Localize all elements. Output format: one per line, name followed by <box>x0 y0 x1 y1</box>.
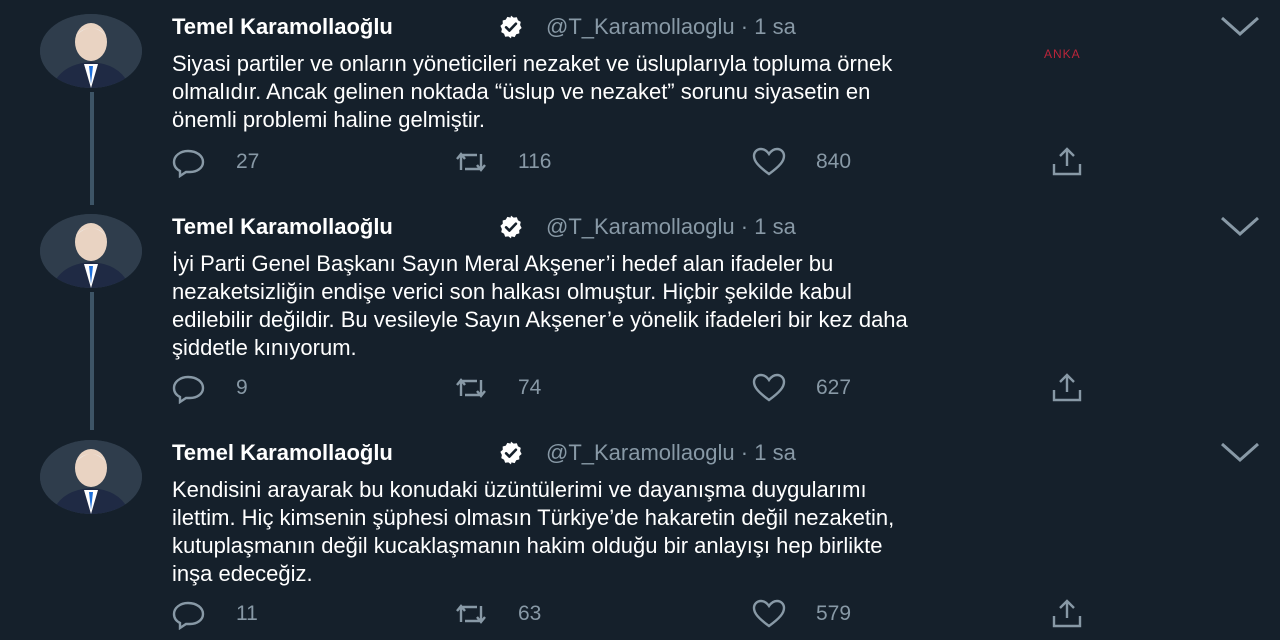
retweet-icon <box>456 604 486 624</box>
author-handle[interactable]: @T_Karamollaoglu · 1 sa <box>546 214 796 240</box>
retweet-count: 63 <box>518 602 542 625</box>
reply-icon <box>172 149 205 178</box>
like-count: 627 <box>816 376 852 399</box>
more-options-icon[interactable] <box>1218 14 1262 42</box>
more-options-icon[interactable] <box>1218 440 1262 468</box>
author-name[interactable]: Temel Karamollaoğlu <box>172 14 393 40</box>
avatar[interactable] <box>40 14 142 88</box>
author-handle[interactable]: @T_Karamollaoglu · 1 sa <box>546 440 796 466</box>
thread-line <box>90 292 94 430</box>
avatar-image <box>40 214 142 288</box>
verified-badge-icon <box>500 215 522 239</box>
reply-button[interactable]: 11 <box>172 598 258 630</box>
share-icon <box>1052 599 1082 628</box>
reply-count: 27 <box>236 150 260 173</box>
handle-text: @T_Karamollaoglu <box>546 440 735 465</box>
avatar-image <box>40 14 142 88</box>
avatar[interactable] <box>40 214 142 288</box>
tweet[interactable]: Temel Karamollaoğlu @T_Karamollaoglu · 1… <box>0 200 1280 430</box>
verified-badge-icon <box>500 441 522 465</box>
reply-icon <box>172 601 205 630</box>
retweet-button[interactable]: 116 <box>454 146 551 178</box>
reply-button[interactable]: 27 <box>172 146 259 178</box>
share-button[interactable] <box>1050 598 1084 630</box>
more-options-icon[interactable] <box>1218 214 1262 242</box>
share-button[interactable] <box>1050 146 1084 178</box>
heart-icon <box>752 599 786 628</box>
retweet-button[interactable]: 63 <box>454 598 541 630</box>
like-count: 840 <box>816 150 852 173</box>
handle-text: @T_Karamollaoglu <box>546 214 735 239</box>
heart-icon <box>752 373 786 402</box>
tweet-actions: 9 74 627 <box>172 372 1112 404</box>
author-name[interactable]: Temel Karamollaoğlu <box>172 440 393 466</box>
reply-count: 9 <box>236 376 248 399</box>
reply-icon <box>172 375 205 404</box>
retweet-icon <box>456 378 486 398</box>
heart-icon <box>752 147 786 176</box>
handle-text: @T_Karamollaoglu <box>546 14 735 39</box>
retweet-icon <box>456 152 486 172</box>
like-button[interactable]: 840 <box>752 146 851 178</box>
share-icon <box>1052 147 1082 176</box>
verified-badge-icon <box>500 15 522 39</box>
author-name[interactable]: Temel Karamollaoğlu <box>172 214 393 240</box>
author-handle[interactable]: @T_Karamollaoglu · 1 sa <box>546 14 796 40</box>
tweet-thread: Temel Karamollaoğlu @T_Karamollaoglu · 1… <box>0 0 1280 640</box>
tweet-actions: 27 116 840 <box>172 146 1112 178</box>
tweet[interactable]: Temel Karamollaoğlu @T_Karamollaoglu · 1… <box>0 426 1280 640</box>
retweet-button[interactable]: 74 <box>454 372 541 404</box>
timestamp[interactable]: · 1 sa <box>741 14 796 39</box>
timestamp[interactable]: · 1 sa <box>741 440 796 465</box>
timestamp[interactable]: · 1 sa <box>741 214 796 239</box>
avatar[interactable] <box>40 440 142 514</box>
retweet-count: 116 <box>518 150 552 173</box>
reply-count: 11 <box>236 602 258 625</box>
like-button[interactable]: 627 <box>752 372 851 404</box>
tweet-actions: 11 63 579 <box>172 598 1112 630</box>
avatar-image <box>40 440 142 514</box>
retweet-count: 74 <box>518 376 542 399</box>
reply-button[interactable]: 9 <box>172 372 248 404</box>
tweet[interactable]: Temel Karamollaoğlu @T_Karamollaoglu · 1… <box>0 0 1280 205</box>
tweet-text: Kendisini arayarak bu konudaki üzüntüler… <box>172 477 895 586</box>
share-button[interactable] <box>1050 372 1084 404</box>
share-icon <box>1052 373 1082 402</box>
tweet-text: İyi Parti Genel Başkanı Sayın Meral Akşe… <box>172 251 908 360</box>
tweet-text: Siyasi partiler ve onların yöneticileri … <box>172 51 893 132</box>
like-button[interactable]: 579 <box>752 598 851 630</box>
thread-line <box>90 92 94 205</box>
like-count: 579 <box>816 602 852 625</box>
